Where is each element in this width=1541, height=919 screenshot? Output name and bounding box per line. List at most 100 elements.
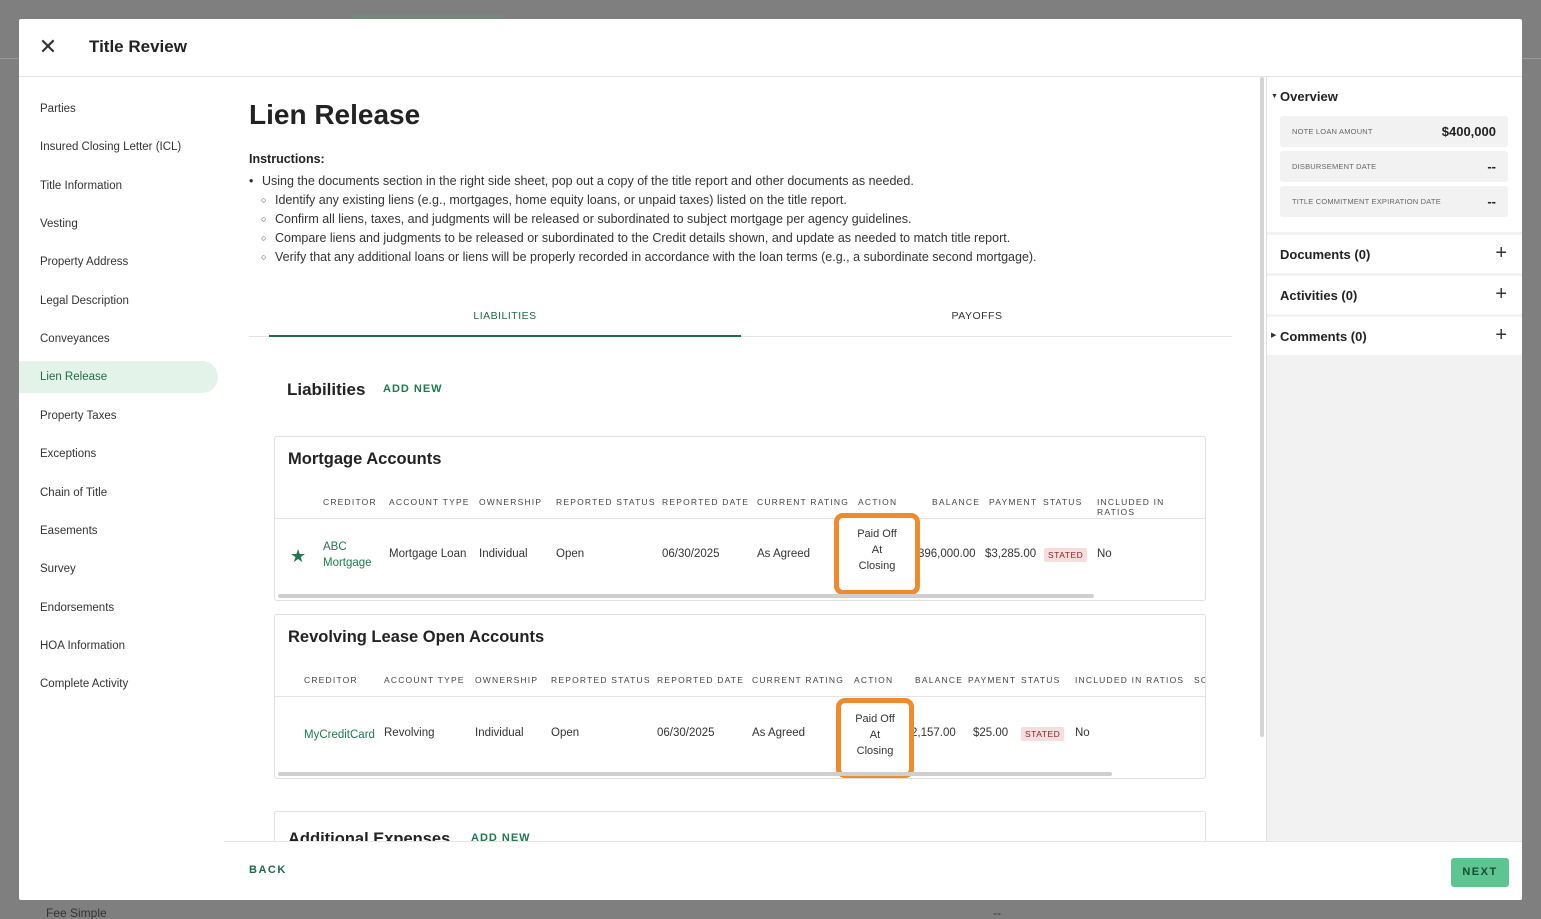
column-header: INCLUDED IN RATIOS: [1075, 675, 1185, 685]
account-type: Revolving: [384, 727, 435, 739]
column-header: ACTION: [858, 497, 898, 507]
account-type: Mortgage Loan: [389, 548, 467, 560]
creditor-link[interactable]: MyCreditCard: [304, 727, 375, 743]
vertical-scrollbar[interactable]: [1260, 77, 1264, 737]
card-title: Revolving Lease Open Accounts: [288, 628, 545, 646]
creditor-line: Mortgage: [323, 557, 372, 569]
nav-item-lien-release[interactable]: Lien Release: [19, 361, 218, 393]
nav-item-easements[interactable]: Easements: [19, 515, 218, 547]
nav-item-conveyances[interactable]: Conveyances: [19, 323, 218, 355]
card-title: Mortgage Accounts: [288, 450, 442, 468]
column-header: CREDITOR: [304, 675, 358, 685]
nav-item-endorsements[interactable]: Endorsements: [19, 592, 218, 624]
column-header: OWNERSHIP: [479, 497, 543, 507]
action-text: At: [869, 729, 881, 741]
instruction-item: Verify that any additional loans or lien…: [249, 248, 1037, 267]
current-rating: As Agreed: [752, 727, 806, 739]
close-icon[interactable]: ✕: [37, 36, 59, 58]
title-commitment-expiration-field: TITLE COMMITMENT EXPIRATION DATE --: [1280, 186, 1508, 217]
horizontal-scrollbar[interactable]: [278, 772, 1112, 776]
column-header: CREDITOR: [323, 497, 377, 507]
nav-item-hoa-information[interactable]: HOA Information: [19, 630, 218, 662]
plus-icon[interactable]: +: [1495, 284, 1507, 304]
overview-section: ▼ Overview NOTE LOAN AMOUNT $400,000 DIS…: [1267, 77, 1522, 232]
nav-item-property-address[interactable]: Property Address: [19, 246, 218, 278]
action-cell-highlight[interactable]: Paid Off At Closing: [836, 698, 914, 778]
column-header: REPORTED DATE: [657, 675, 745, 685]
activities-section[interactable]: Activities (0) +: [1267, 276, 1522, 314]
comments-section[interactable]: ▶ Comments (0) +: [1267, 317, 1522, 355]
star-icon[interactable]: ★: [290, 546, 306, 567]
nav-item-chain-of-title[interactable]: Chain of Title: [19, 477, 218, 509]
field-value: $400,000: [1441, 124, 1496, 139]
nav-item-legal-description[interactable]: Legal Description: [19, 285, 218, 317]
reported-status: Open: [551, 727, 580, 739]
header-divider: [275, 518, 1205, 519]
field-label: TITLE COMMITMENT EXPIRATION DATE: [1292, 197, 1441, 206]
next-button[interactable]: NEXT: [1451, 858, 1509, 887]
field-value: --: [1487, 159, 1496, 174]
column-header: BALANCE: [915, 675, 964, 685]
back-button[interactable]: BACK: [249, 864, 287, 876]
caret-down-icon[interactable]: ▼: [1271, 93, 1278, 100]
nav-item-parties[interactable]: Parties: [19, 93, 218, 125]
tab-payoffs[interactable]: PAYOFFS: [741, 299, 1213, 337]
ownership: Individual: [479, 548, 528, 560]
page-title: Lien Release: [249, 99, 421, 130]
column-header: STATUS: [1021, 675, 1061, 685]
nav-item-property-taxes[interactable]: Property Taxes: [19, 400, 218, 432]
horizontal-scrollbar[interactable]: [278, 594, 1094, 598]
nav-item-exceptions[interactable]: Exceptions: [19, 438, 218, 470]
column-header: INCLUDED IN RATIOS: [1097, 497, 1165, 517]
action-cell-highlight[interactable]: Paid Off At Closing: [834, 513, 920, 595]
ownership: Individual: [475, 727, 524, 739]
instructions-title: Instructions:: [249, 152, 325, 166]
column-header: CURRENT RATING: [757, 497, 850, 507]
modal-title: Title Review: [89, 37, 187, 56]
column-header: PAYMENT: [968, 675, 1017, 685]
overview-title: Overview: [1280, 89, 1338, 104]
current-rating: As Agreed: [757, 548, 811, 560]
modal-footer: BACK NEXT: [224, 841, 1522, 900]
background-divider: [1522, 58, 1541, 59]
caret-right-icon[interactable]: ▶: [1271, 331, 1276, 339]
payment: $25.00: [973, 727, 1009, 739]
background-value: --: [993, 906, 1001, 919]
nav-item-complete-activity[interactable]: Complete Activity: [19, 668, 218, 700]
reported-date: 06/30/2025: [657, 727, 715, 739]
field-value: --: [1487, 194, 1496, 209]
column-header: OWNERSHIP: [475, 675, 539, 685]
nav-item-vesting[interactable]: Vesting: [19, 208, 218, 240]
left-navigation: Parties Insured Closing Letter (ICL) Tit…: [19, 77, 224, 900]
nav-item-title-information[interactable]: Title Information: [19, 170, 218, 202]
action-text: Paid Off: [855, 713, 895, 725]
background-divider: [0, 58, 18, 59]
tab-liabilities[interactable]: LIABILITIES: [269, 299, 741, 337]
disbursement-date-field: DISBURSEMENT DATE --: [1280, 151, 1508, 182]
add-new-liability-button[interactable]: ADD NEW: [383, 383, 443, 395]
column-header: REPORTED STATUS: [556, 497, 656, 507]
column-header: CURRENT RATING: [752, 675, 845, 685]
plus-icon[interactable]: +: [1495, 325, 1507, 345]
instruction-item: Identify any existing liens (e.g., mortg…: [249, 191, 1037, 210]
reported-date: 06/30/2025: [662, 548, 720, 560]
column-header: STATUS: [1043, 497, 1083, 507]
column-header: SO: [1194, 675, 1205, 685]
column-header: REPORTED DATE: [662, 497, 750, 507]
creditor-link[interactable]: ABC Mortgage: [323, 539, 372, 571]
column-header: ACCOUNT TYPE: [389, 497, 470, 507]
tab-bar: LIABILITIES PAYOFFS: [249, 299, 1232, 337]
included-in-ratios: No: [1075, 727, 1090, 739]
liabilities-heading: Liabilities: [287, 380, 366, 399]
documents-section[interactable]: Documents (0) +: [1267, 235, 1522, 273]
nav-item-survey[interactable]: Survey: [19, 553, 218, 585]
instruction-item: Compare liens and judgments to be releas…: [249, 229, 1037, 248]
creditor-line: ABC: [323, 541, 347, 553]
column-header: PAYMENT: [989, 497, 1038, 507]
reported-status: Open: [556, 548, 585, 560]
status-badge: STATED: [1021, 727, 1065, 741]
right-side-sheet: ▼ Overview NOTE LOAN AMOUNT $400,000 DIS…: [1266, 77, 1522, 842]
plus-icon[interactable]: +: [1495, 243, 1507, 263]
nav-item-icl[interactable]: Insured Closing Letter (ICL): [19, 131, 218, 163]
instructions-list: Using the documents section in the right…: [249, 172, 1037, 267]
